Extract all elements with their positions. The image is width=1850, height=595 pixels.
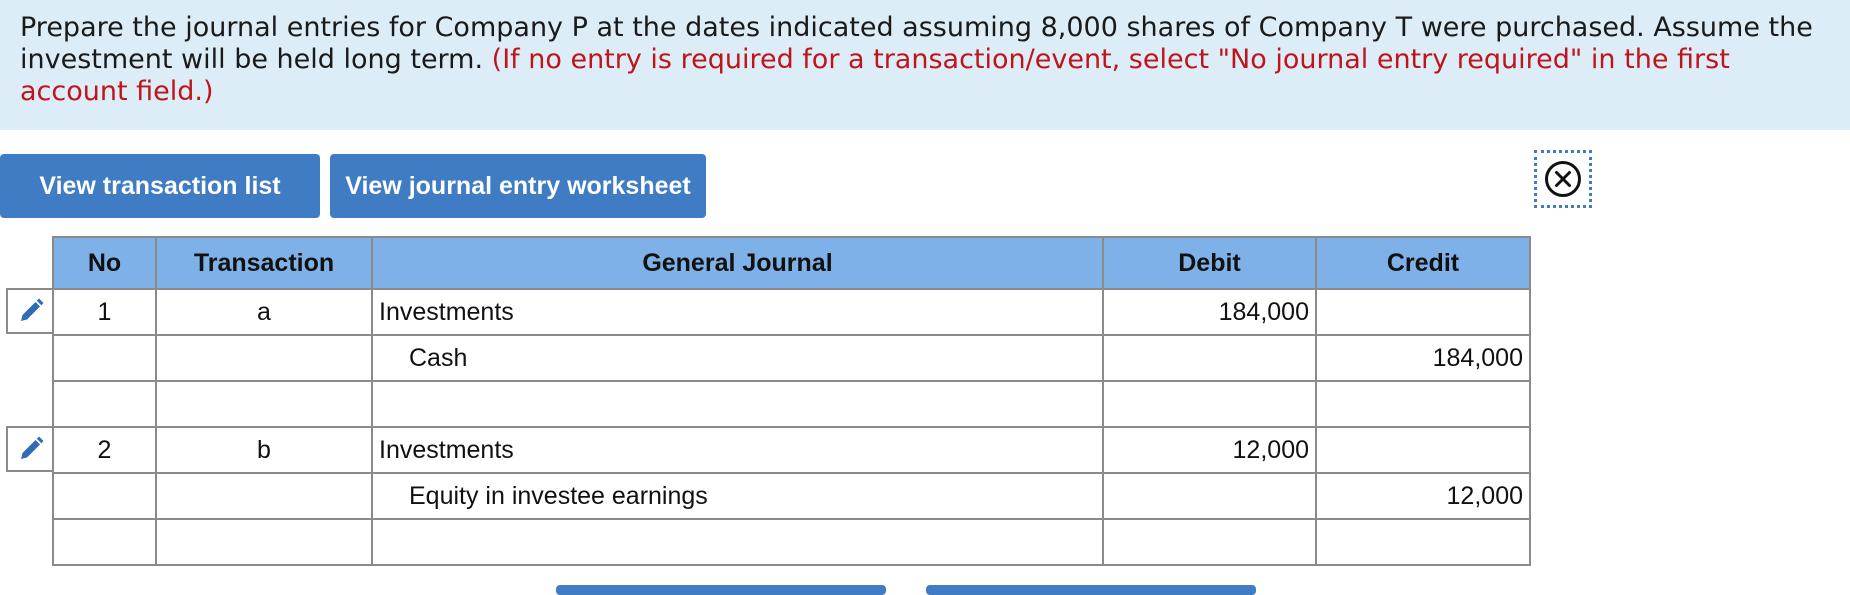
cell-credit: 12,000 xyxy=(1315,472,1531,520)
header-transaction: Transaction xyxy=(155,236,373,290)
cell-transaction: b xyxy=(155,426,373,474)
edit-entry-1-button[interactable] xyxy=(6,288,53,334)
cell-no xyxy=(52,334,157,382)
cell-transaction xyxy=(155,472,373,520)
close-button[interactable] xyxy=(1534,150,1592,208)
header-credit: Credit xyxy=(1315,236,1531,290)
cell-transaction xyxy=(155,380,373,428)
cell-no xyxy=(52,380,157,428)
instructions-panel: Prepare the journal entries for Company … xyxy=(0,0,1850,130)
cell-account: Investments xyxy=(371,288,1104,336)
cell-debit: 12,000 xyxy=(1102,426,1317,474)
cell-account xyxy=(371,380,1104,428)
edit-entry-2-button[interactable] xyxy=(6,426,53,472)
pencil-icon xyxy=(20,436,43,459)
cell-no: 1 xyxy=(52,288,157,336)
cell-credit: 184,000 xyxy=(1315,334,1531,382)
header-debit: Debit xyxy=(1102,236,1317,290)
table-row: 2 b Investments 12,000 xyxy=(52,426,1531,474)
bottom-button-right[interactable] xyxy=(926,585,1256,595)
cell-transaction: a xyxy=(155,288,373,336)
cell-debit xyxy=(1102,518,1317,566)
view-journal-entry-worksheet-label: View journal entry worksheet xyxy=(345,171,691,200)
cell-account: Investments xyxy=(371,426,1104,474)
close-circle-icon xyxy=(1545,161,1581,197)
cell-account: Equity in investee earnings xyxy=(371,472,1104,520)
table-row: Equity in investee earnings 12,000 xyxy=(52,472,1531,520)
cell-debit: 184,000 xyxy=(1102,288,1317,336)
view-transaction-list-button[interactable]: View transaction list xyxy=(0,154,320,218)
cell-debit xyxy=(1102,334,1317,382)
cell-account: Cash xyxy=(371,334,1104,382)
cell-transaction xyxy=(155,334,373,382)
cell-credit xyxy=(1315,380,1531,428)
cell-credit xyxy=(1315,288,1531,336)
journal-table: No Transaction General Journal Debit Cre… xyxy=(52,236,1531,566)
cell-debit xyxy=(1102,380,1317,428)
table-header-row: No Transaction General Journal Debit Cre… xyxy=(52,236,1531,290)
table-row: 1 a Investments 184,000 xyxy=(52,288,1531,336)
cell-no xyxy=(52,472,157,520)
cell-account xyxy=(371,518,1104,566)
bottom-button-left[interactable] xyxy=(556,585,886,595)
pencil-icon xyxy=(20,298,43,321)
header-no: No xyxy=(52,236,157,290)
table-row xyxy=(52,380,1531,428)
table-row xyxy=(52,518,1531,566)
cell-no xyxy=(52,518,157,566)
cell-credit xyxy=(1315,426,1531,474)
view-transaction-list-label: View transaction list xyxy=(39,171,281,200)
header-general-journal: General Journal xyxy=(371,236,1104,290)
cell-debit xyxy=(1102,472,1317,520)
cell-no: 2 xyxy=(52,426,157,474)
cell-transaction xyxy=(155,518,373,566)
view-journal-entry-worksheet-button[interactable]: View journal entry worksheet xyxy=(330,154,706,218)
cell-credit xyxy=(1315,518,1531,566)
table-row: Cash 184,000 xyxy=(52,334,1531,382)
